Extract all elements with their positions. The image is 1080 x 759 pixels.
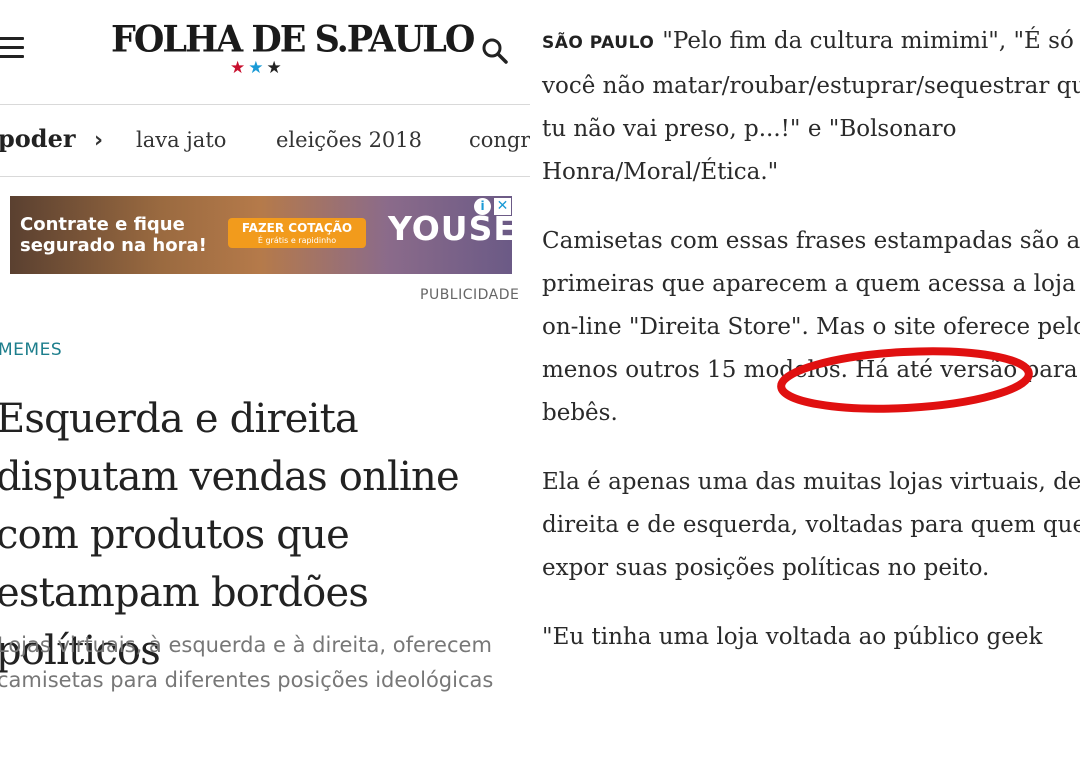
site-logo[interactable]: FOLHA DE S.PAULO	[111, 18, 475, 61]
nav-link-eleicoes-2018[interactable]: eleições 2018	[276, 128, 422, 152]
header-divider	[0, 104, 530, 105]
body-paragraph-2: Camisetas com essas frases estampadas sã…	[542, 228, 1080, 426]
body-paragraph-1: SÃO PAULO "Pelo fim da cultura mimimi", "…	[542, 20, 1080, 194]
ad-cta-button[interactable]: FAZER COTAÇÃO É grátis e rapidinho	[228, 218, 366, 248]
nav-link-congresso[interactable]: congresso	[469, 128, 530, 152]
ad-banner[interactable]: Contrate e fique segurado na hora! FAZER…	[10, 196, 512, 274]
dateline: SÃO PAULO	[542, 33, 655, 53]
article-body: SÃO PAULO "Pelo fim da cultura mimimi", "…	[542, 20, 1080, 685]
ad-cta-sublabel: É grátis e rapidinho	[257, 236, 337, 245]
article-kicker[interactable]: MEMES	[0, 340, 62, 360]
chevron-right-icon: ›	[94, 128, 104, 153]
right-panel: SÃO PAULO "Pelo fim da cultura mimimi", "…	[530, 0, 1080, 759]
body-paragraph-3: Ela é apenas uma das muitas lojas virtua…	[542, 469, 1080, 581]
star-icon: ★	[230, 58, 249, 78]
left-panel: FOLHA DE S.PAULO ★★★ poder › lava jato e…	[0, 0, 530, 759]
ad-cta-label: FAZER COTAÇÃO	[241, 221, 353, 235]
section-title[interactable]: poder	[0, 124, 75, 153]
logo-stars: ★★★	[230, 58, 285, 78]
ad-close-icon[interactable]: ✕	[494, 198, 511, 215]
nav-divider	[0, 176, 530, 177]
star-icon: ★	[248, 58, 267, 78]
body-paragraph-4: "Eu tinha uma loja voltada ao público ge…	[542, 624, 1043, 650]
nav-link-lava-jato[interactable]: lava jato	[136, 128, 226, 152]
ad-info-icon[interactable]: i	[474, 198, 491, 215]
article-dek: Lojas virtuais, à esquerda e à direita, …	[0, 633, 494, 692]
star-icon: ★	[266, 58, 285, 78]
ad-headline: Contrate e fique segurado na hora!	[20, 214, 207, 256]
menu-icon[interactable]	[0, 37, 26, 59]
search-icon[interactable]	[480, 36, 510, 66]
ad-label: PUBLICIDADE	[420, 287, 520, 303]
